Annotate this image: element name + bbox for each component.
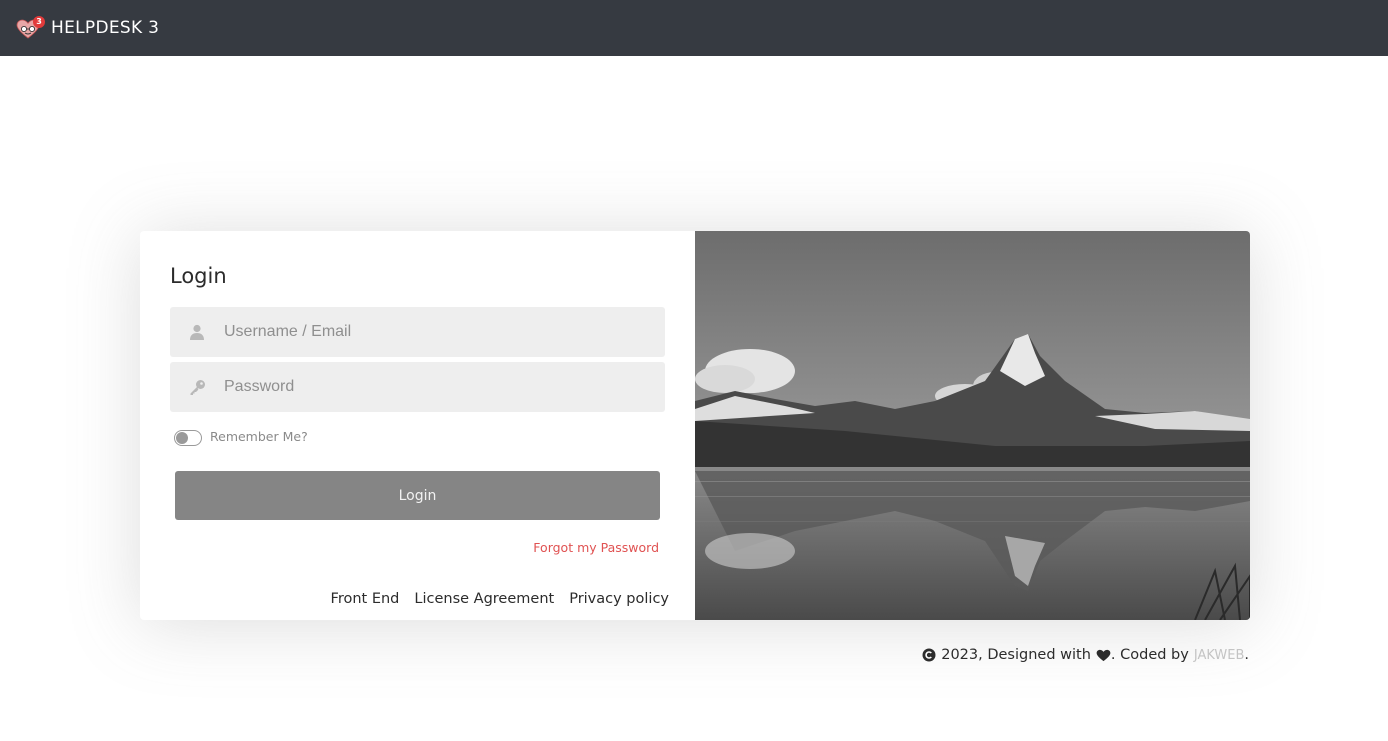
username-input[interactable] (224, 323, 644, 341)
copyright-text: 2023, Designed with (941, 647, 1091, 663)
privacy-policy-link[interactable]: Privacy policy (569, 591, 669, 607)
remember-label: Remember Me? (210, 429, 308, 444)
helpdesk-logo-icon[interactable]: 3 (16, 16, 45, 40)
password-field[interactable] (170, 362, 665, 412)
toggle-knob (176, 432, 188, 444)
password-input[interactable] (224, 378, 644, 396)
jakweb-link[interactable]: JAKWEB (1194, 648, 1245, 663)
copyright-icon (922, 648, 936, 662)
license-agreement-link[interactable]: License Agreement (414, 591, 554, 607)
front-end-link[interactable]: Front End (331, 591, 400, 607)
key-icon (170, 379, 224, 396)
username-field[interactable] (170, 307, 665, 357)
copyright-end: . (1244, 647, 1249, 663)
footer-links: Front End License Agreement Privacy poli… (331, 591, 669, 607)
copyright-line: 2023, Designed with . Coded by JAKWEB . (922, 647, 1249, 663)
remember-me[interactable]: Remember Me? (174, 427, 308, 446)
logo-badge: 3 (33, 16, 45, 28)
heart-icon (1096, 649, 1111, 662)
login-form-panel: Login Remember Me? (140, 231, 695, 620)
mountain-lake-image (695, 231, 1250, 620)
remember-toggle[interactable] (174, 430, 202, 446)
user-icon (170, 324, 224, 340)
login-button[interactable]: Login (175, 471, 660, 520)
login-title: Login (170, 264, 227, 288)
app-title[interactable]: HELPDESK 3 (51, 18, 159, 38)
login-card: Login Remember Me? (140, 231, 1250, 620)
coded-by-text: . Coded by (1110, 647, 1189, 663)
top-navbar: 3 HELPDESK 3 (0, 0, 1388, 56)
forgot-password-link[interactable]: Forgot my Password (533, 540, 659, 555)
